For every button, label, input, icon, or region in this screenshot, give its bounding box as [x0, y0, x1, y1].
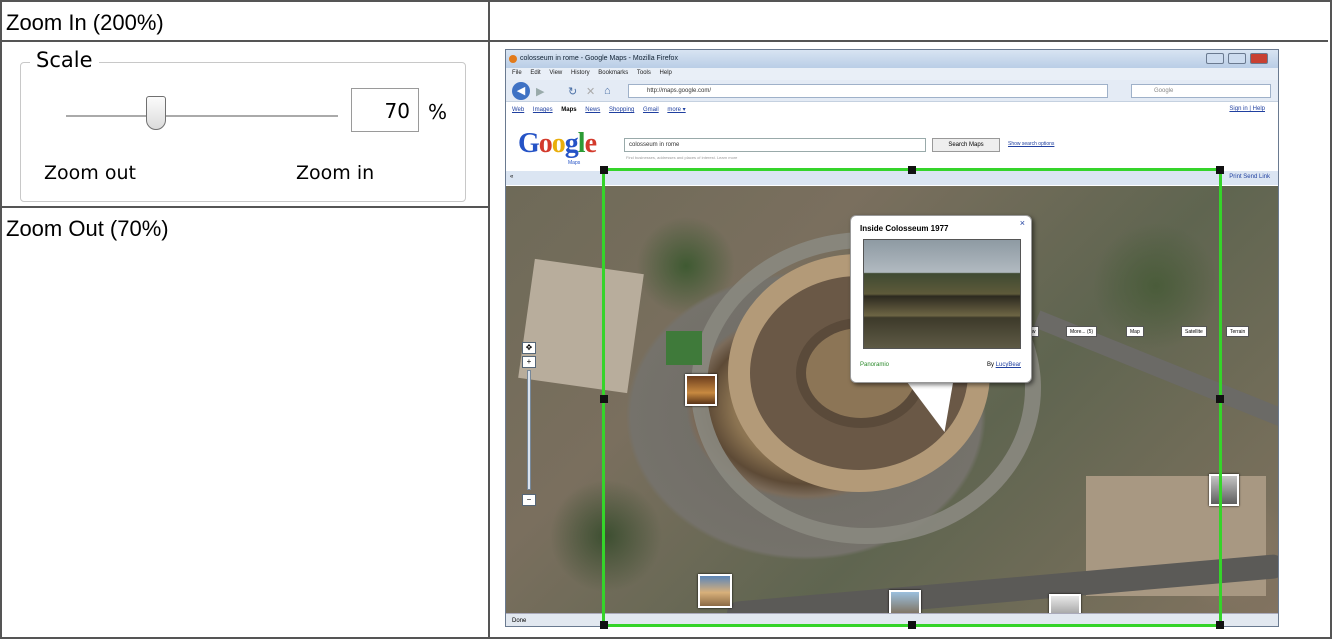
forward-icon[interactable]: ▶ [536, 85, 544, 98]
map-zoom-control: ✥ + − [520, 342, 538, 512]
scale-value-input[interactable]: 70 [351, 88, 419, 132]
pan-icon[interactable]: ✥ [522, 342, 536, 354]
firefox-icon [509, 55, 517, 63]
menu-history[interactable]: History [571, 70, 590, 76]
scale-unit-label: % [428, 100, 448, 124]
column-divider [488, 0, 490, 639]
resize-handle[interactable] [1216, 166, 1224, 174]
back-icon[interactable]: ◀ [512, 82, 530, 100]
sign-in-link[interactable]: Sign in | Help [1229, 106, 1265, 112]
zoom-slider-thumb[interactable] [145, 96, 166, 130]
resize-handle[interactable] [600, 166, 608, 174]
terrain-button[interactable]: Terrain [1226, 326, 1250, 337]
browser-menubar: File Edit View History Bookmarks Tools H… [506, 68, 1278, 80]
google-logo: Google [518, 128, 597, 159]
minimize-button[interactable] [1206, 53, 1224, 64]
menu-edit[interactable]: Edit [530, 70, 540, 76]
menu-bookmarks[interactable]: Bookmarks [598, 70, 628, 76]
reload-icon[interactable]: ↻ [568, 85, 577, 98]
menu-tools[interactable]: Tools [637, 70, 651, 76]
google-link-web[interactable]: Web [512, 107, 524, 113]
home-icon[interactable]: ⌂ [604, 85, 611, 97]
close-button[interactable] [1250, 53, 1268, 64]
resize-handle[interactable] [1216, 395, 1224, 403]
scale-legend: Scale [30, 48, 99, 72]
stop-icon[interactable]: ✕ [586, 85, 595, 98]
browser-search-box[interactable]: Google [1131, 84, 1271, 98]
search-maps-button[interactable]: Search Maps [932, 138, 1000, 152]
resize-handle[interactable] [600, 395, 608, 403]
zoom-out-title: Zoom Out (70%) [6, 216, 169, 241]
zoom-in-title: Zoom In (200%) [2, 2, 488, 42]
print-send-link[interactable]: Print Send Link [1229, 174, 1270, 180]
maximize-button[interactable] [1228, 53, 1246, 64]
google-link-maps: Maps [561, 107, 577, 113]
google-nav-links: Web Images Maps News Shopping Gmail more… [506, 103, 1278, 117]
menu-view[interactable]: View [549, 70, 562, 76]
maps-search-input[interactable]: colosseum in rome [624, 138, 926, 152]
browser-title: colosseum in rome - Google Maps - Mozill… [520, 55, 678, 62]
zoom-out-label: Zoom out [44, 162, 136, 184]
maps-search-hint: Find businesses, addresses and places of… [626, 155, 738, 160]
search-options-link[interactable]: Show search options [1008, 141, 1054, 147]
zoom-selection-frame[interactable] [600, 166, 1224, 629]
resize-handle[interactable] [1216, 621, 1224, 629]
zoom-minus-icon[interactable]: − [522, 494, 536, 506]
google-link-more[interactable]: more ▾ [667, 107, 685, 113]
menu-file[interactable]: File [512, 70, 522, 76]
resize-handle[interactable] [600, 621, 608, 629]
right-header-cell [490, 2, 1328, 42]
address-bar[interactable]: http://maps.google.com/ [628, 84, 1108, 98]
collapse-panel-icon[interactable]: « [510, 174, 513, 180]
google-link-news[interactable]: News [585, 107, 600, 113]
google-link-images[interactable]: Images [533, 107, 553, 113]
zoom-plus-icon[interactable]: + [522, 356, 536, 368]
row-divider [0, 206, 490, 208]
resize-handle[interactable] [908, 621, 916, 629]
zoom-rail[interactable] [527, 370, 531, 490]
zoom-slider-track[interactable] [66, 115, 338, 117]
browser-navbar: ◀ ▶ ↻ ✕ ⌂ http://maps.google.com/ Google [506, 80, 1278, 102]
browser-titlebar: colosseum in rome - Google Maps - Mozill… [506, 50, 1278, 68]
google-link-shopping[interactable]: Shopping [609, 107, 634, 113]
menu-help[interactable]: Help [660, 70, 672, 76]
resize-handle[interactable] [908, 166, 916, 174]
google-link-gmail[interactable]: Gmail [643, 107, 659, 113]
google-logo-sub: Maps [568, 160, 581, 166]
zoom-in-label: Zoom in [296, 162, 375, 184]
